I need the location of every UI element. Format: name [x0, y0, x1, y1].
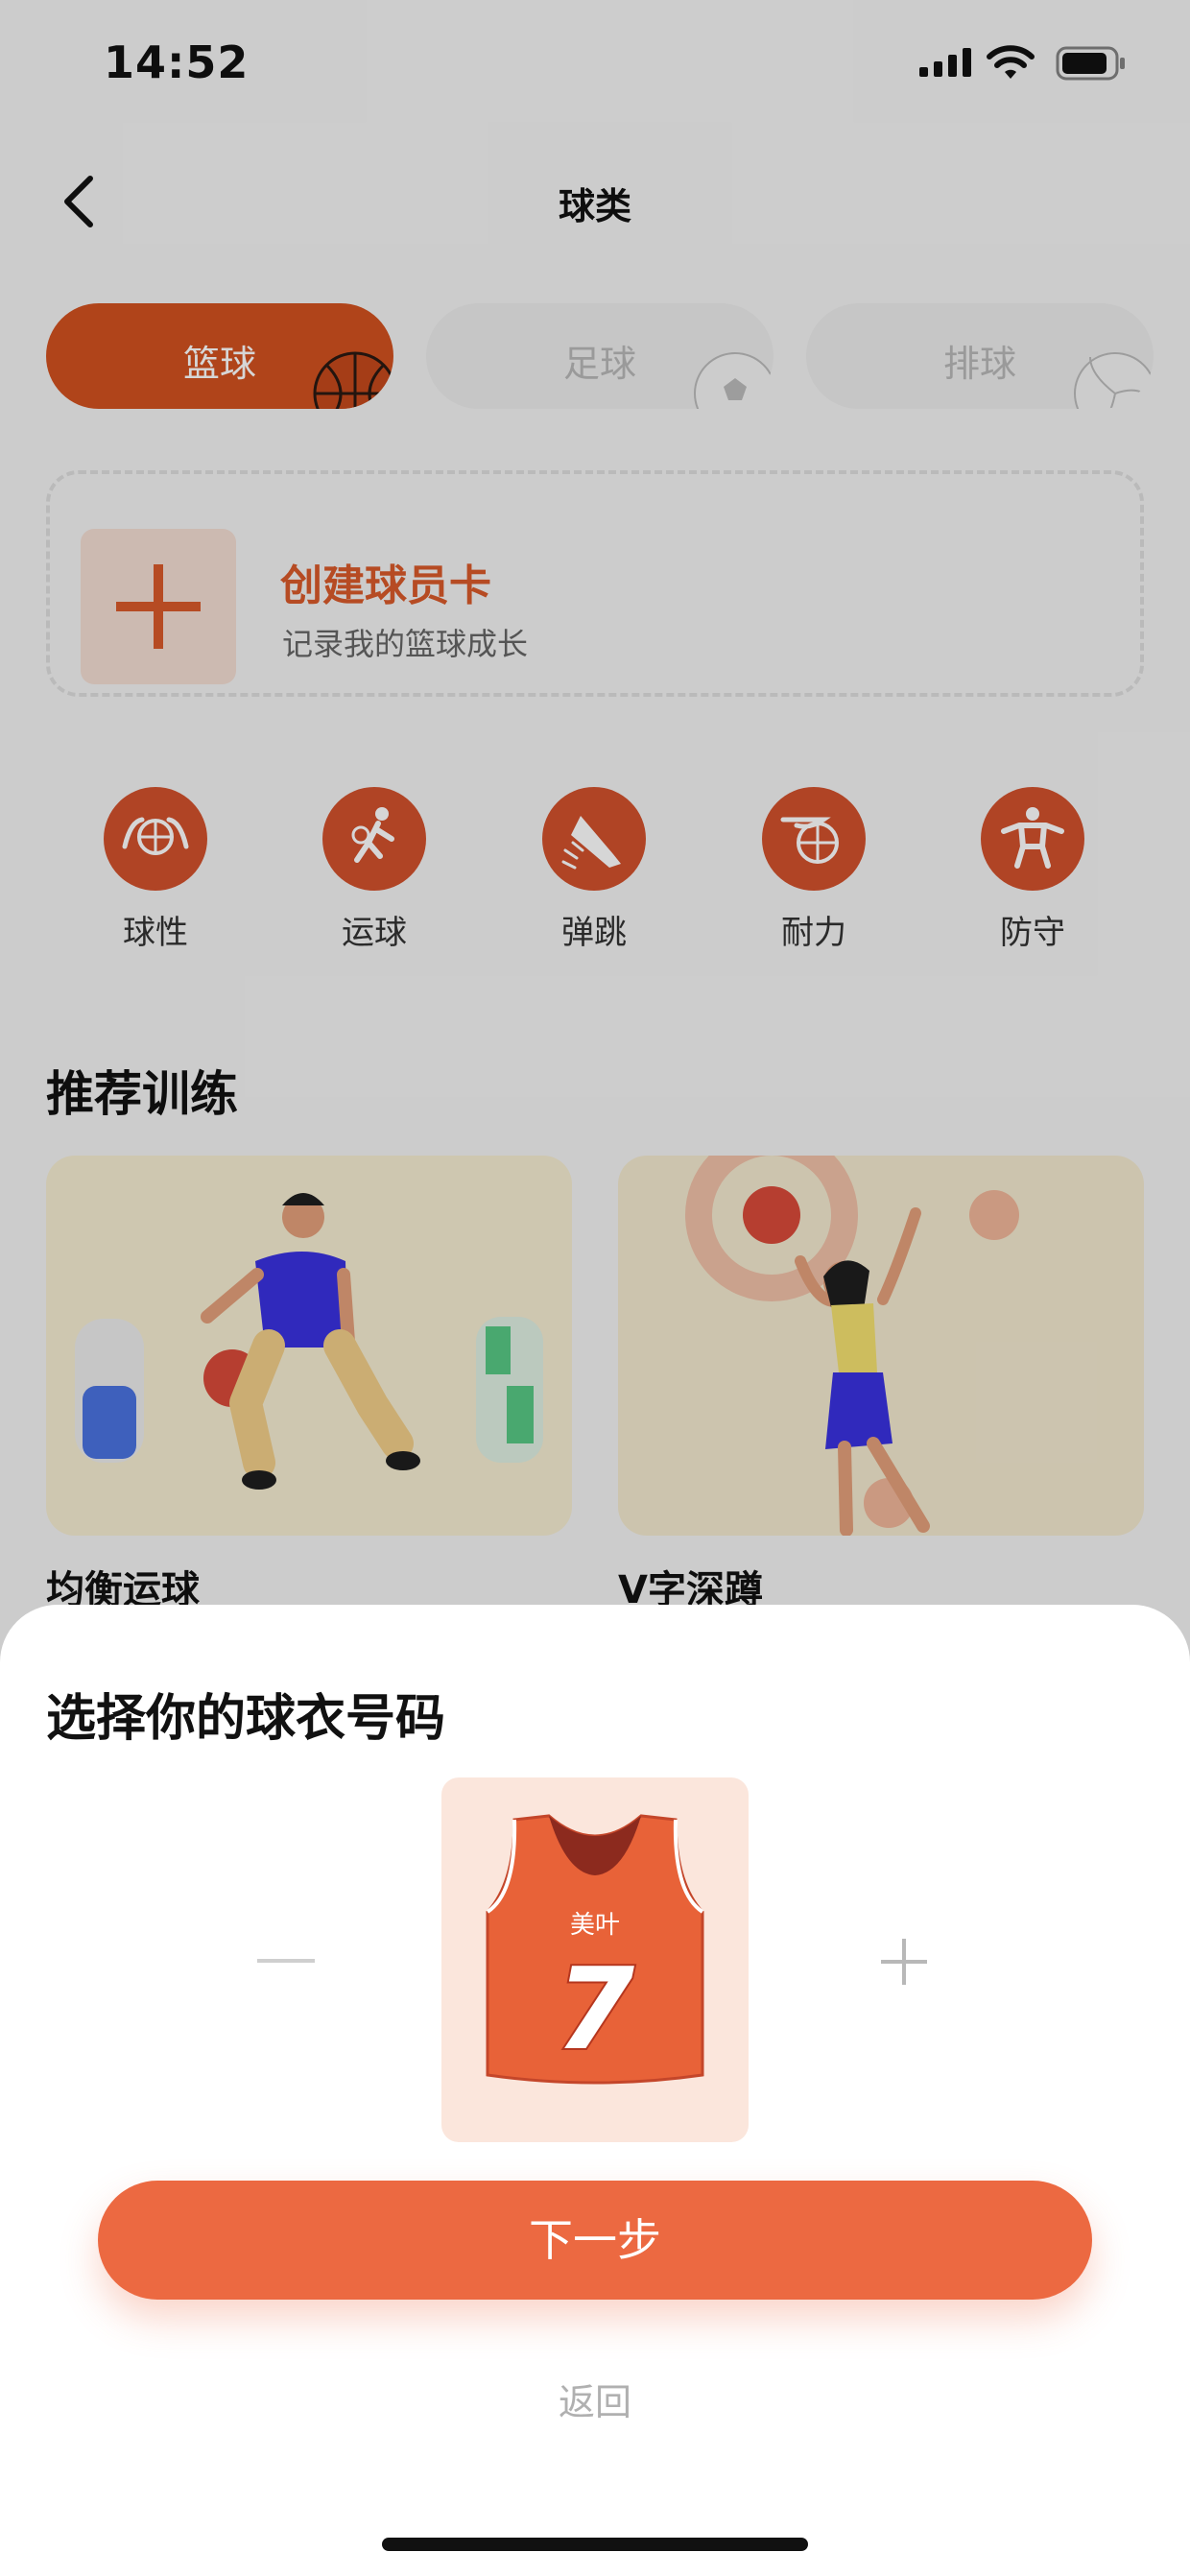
increase-number-button[interactable]	[875, 1933, 933, 1991]
jersey-preview: 美叶 7	[441, 1777, 749, 2142]
jersey-number: 7	[556, 1943, 634, 2075]
home-indicator[interactable]	[382, 2538, 808, 2551]
next-step-button[interactable]: 下一步	[98, 2181, 1092, 2300]
back-link[interactable]: 返回	[0, 2373, 1190, 2425]
sheet-title: 选择你的球衣号码	[46, 1690, 446, 1748]
decrease-number-button[interactable]	[257, 1956, 315, 1966]
jersey-player-name: 美叶	[570, 1911, 620, 1940]
jersey-icon: 美叶 7	[486, 1814, 704, 2085]
